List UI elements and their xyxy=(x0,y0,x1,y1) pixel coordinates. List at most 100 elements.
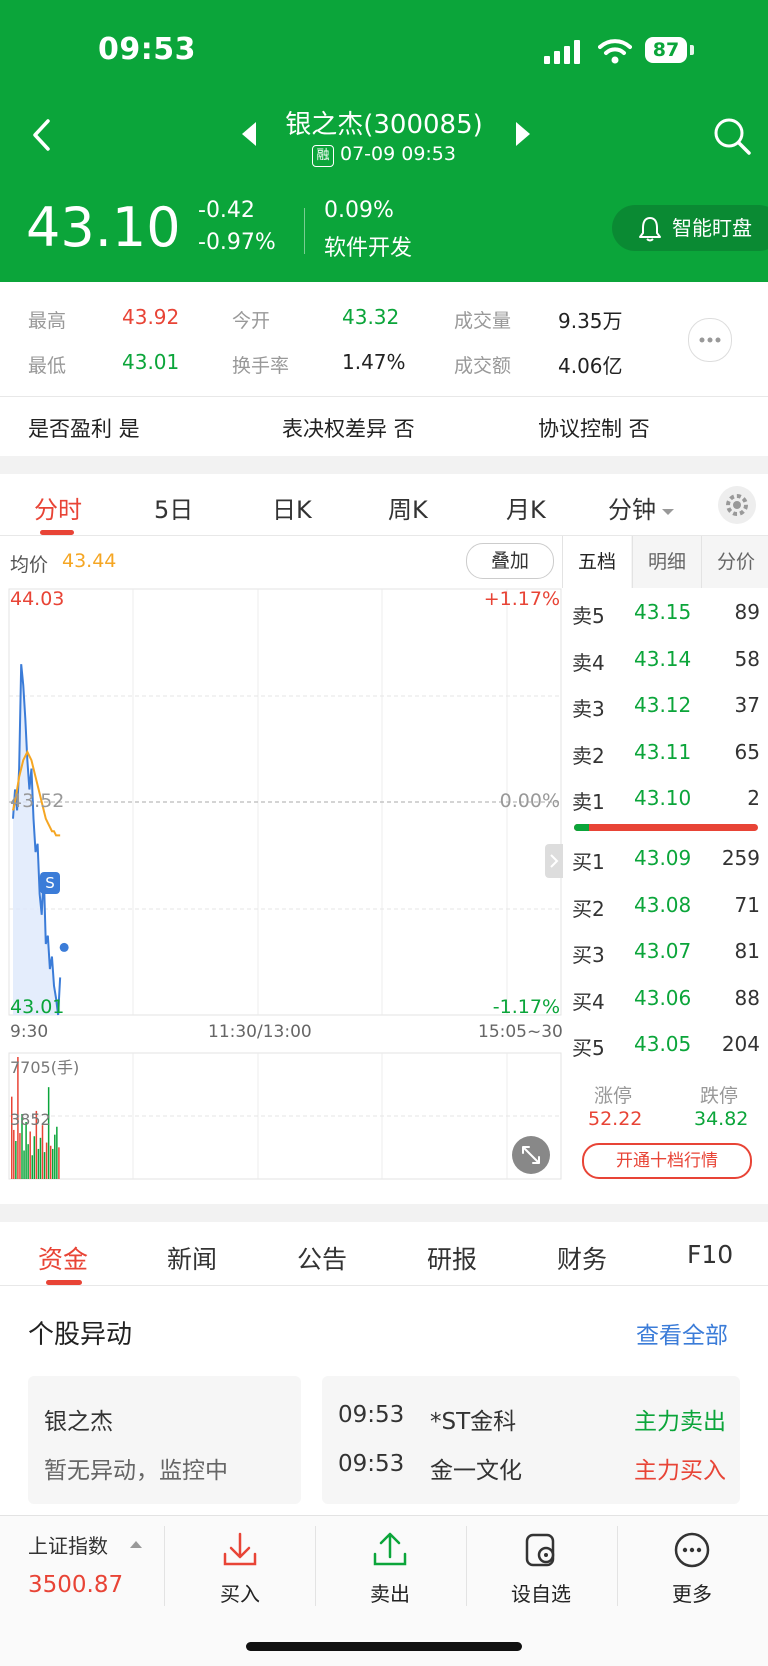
movement-action: 主力卖出 xyxy=(634,1409,726,1435)
tab-f10[interactable]: F10 xyxy=(687,1240,733,1269)
tab-five-level[interactable]: 五档 xyxy=(563,536,631,588)
tab-daily-k[interactable]: 日K xyxy=(272,490,312,525)
tab-finance[interactable]: 财务 xyxy=(557,1240,607,1276)
price-change-pct: -0.97% xyxy=(198,230,276,255)
volume-bar xyxy=(37,1148,40,1179)
volume-bar xyxy=(27,1144,29,1179)
bid-row[interactable]: 买5 43.05 204 xyxy=(572,1032,760,1062)
volume-bar xyxy=(49,1145,52,1179)
bid-volume: 88 xyxy=(734,985,760,1010)
bid-row[interactable]: 买3 43.07 81 xyxy=(572,939,760,969)
volume-bar xyxy=(58,1147,60,1179)
stock-movement-card[interactable]: 银之杰 暂无异动，监控中 xyxy=(28,1376,301,1504)
avg-price-value: 43.44 xyxy=(62,550,117,572)
buy-sell-ratio-bar xyxy=(574,824,758,831)
high-value: 43.92 xyxy=(122,305,180,329)
search-icon[interactable] xyxy=(712,116,752,156)
divider xyxy=(0,396,768,397)
index-value: 3500.87 xyxy=(28,1572,124,1598)
expand-orderbook-handle[interactable] xyxy=(545,844,563,878)
volume-bar xyxy=(52,1148,54,1179)
movement-stock: *ST金科 xyxy=(430,1409,517,1435)
fullscreen-button[interactable] xyxy=(512,1136,550,1174)
bid-label: 买5 xyxy=(572,1036,605,1060)
tab-news[interactable]: 新闻 xyxy=(167,1240,217,1276)
tab-detail[interactable]: 明细 xyxy=(632,536,701,588)
volume-bar xyxy=(39,1137,42,1179)
volume-bar xyxy=(33,1136,36,1179)
tab-research[interactable]: 研报 xyxy=(427,1240,477,1276)
add-watchlist-label: 设自选 xyxy=(511,1582,571,1606)
tab-monthly-k[interactable]: 月K xyxy=(506,490,546,525)
volume-bar xyxy=(25,1121,27,1179)
chart-settings-button[interactable] xyxy=(718,486,756,524)
tab-announcement[interactable]: 公告 xyxy=(297,1240,347,1276)
ask-volume: 37 xyxy=(734,693,760,717)
divider xyxy=(466,1526,467,1606)
limit-down-label: 跌停 xyxy=(700,1085,739,1107)
tab-minute[interactable]: 分钟 xyxy=(608,490,676,525)
subtitle-datetime: 07-09 09:53 xyxy=(339,143,456,165)
tab-intraday[interactable]: 分时 xyxy=(34,490,82,525)
volume-bar xyxy=(54,1134,56,1179)
tab-weekly-k[interactable]: 周K xyxy=(388,490,428,525)
buy-button[interactable]: 买入 xyxy=(170,1518,310,1607)
y-axis-bottom: 43.01 xyxy=(10,996,65,1018)
sell-button[interactable]: 卖出 xyxy=(320,1518,460,1607)
sector-label[interactable]: 软件开发 xyxy=(324,230,412,262)
sell-label: 卖出 xyxy=(370,1582,410,1606)
gear-icon xyxy=(726,494,748,516)
more-button[interactable]: 更多 xyxy=(622,1518,762,1607)
market-movement-card[interactable]: 09:53 *ST金科 主力卖出 09:53 金一文化 主力买入 xyxy=(322,1376,740,1504)
index-ticker[interactable]: 上证指数 3500.87 xyxy=(0,1516,164,1616)
ask-row[interactable]: 卖1 43.10 2 xyxy=(572,786,760,816)
ask-price: 43.12 xyxy=(634,693,692,717)
low-value: 43.01 xyxy=(122,350,180,374)
tab-capital[interactable]: 资金 xyxy=(38,1240,88,1276)
add-watchlist-button[interactable]: 设自选 xyxy=(471,1518,611,1607)
overlay-button[interactable]: 叠加 xyxy=(466,543,554,579)
profit-info: 是否盈利 是 xyxy=(28,417,140,441)
price-change: -0.42 xyxy=(198,198,255,223)
ask-row[interactable]: 卖5 43.15 89 xyxy=(572,600,760,630)
expand-icon xyxy=(522,1146,540,1164)
view-all-link[interactable]: 查看全部 xyxy=(636,1316,728,1350)
more-stats-button[interactable] xyxy=(688,318,732,362)
pct-axis-bottom: -1.17% xyxy=(492,996,560,1018)
bid-row[interactable]: 买4 43.06 88 xyxy=(572,986,760,1016)
ask-row[interactable]: 卖4 43.14 58 xyxy=(572,647,760,677)
y-axis-top: 44.03 xyxy=(10,588,65,610)
bid-label: 买4 xyxy=(572,989,605,1014)
ten-level-button[interactable]: 开通十档行情 xyxy=(582,1143,752,1179)
x-axis-mid: 11:30/13:00 xyxy=(208,1022,312,1042)
header-divider xyxy=(304,208,305,254)
intraday-chart xyxy=(8,588,562,1180)
bid-row[interactable]: 买1 43.09 259 xyxy=(572,846,760,876)
open-label: 今开 xyxy=(232,310,271,332)
tab-price-dist[interactable]: 分价 xyxy=(701,536,768,588)
open-value: 43.32 xyxy=(342,305,400,329)
chevron-right-icon xyxy=(550,854,559,868)
ask-row[interactable]: 卖2 43.11 65 xyxy=(572,740,760,770)
volume-bar xyxy=(29,1131,31,1179)
card-stock-name: 银之杰 xyxy=(44,1409,113,1435)
volume-bar xyxy=(11,1096,13,1179)
movement-action: 主力买入 xyxy=(634,1458,726,1484)
bid-volume: 259 xyxy=(721,846,760,870)
ask-volume: 89 xyxy=(734,600,760,624)
avg-price-label: 均价 xyxy=(10,554,49,576)
bid-price: 43.09 xyxy=(634,846,692,870)
tab-5day[interactable]: 5日 xyxy=(154,490,193,525)
section-gap xyxy=(0,456,768,474)
sell-signal-marker[interactable]: S xyxy=(40,872,60,894)
bid-row[interactable]: 买2 43.08 71 xyxy=(572,893,760,923)
ask-row[interactable]: 卖3 43.12 37 xyxy=(572,693,760,723)
tab-minute-label: 分钟 xyxy=(608,496,656,524)
bid-price: 43.08 xyxy=(634,892,692,917)
bid-label: 买1 xyxy=(572,850,605,874)
upload-icon xyxy=(373,1532,407,1566)
bid-price: 43.05 xyxy=(634,1032,692,1056)
smart-watch-button[interactable]: 智能盯盘 xyxy=(612,205,768,251)
divider xyxy=(164,1526,165,1606)
bid-price: 43.07 xyxy=(634,939,692,963)
